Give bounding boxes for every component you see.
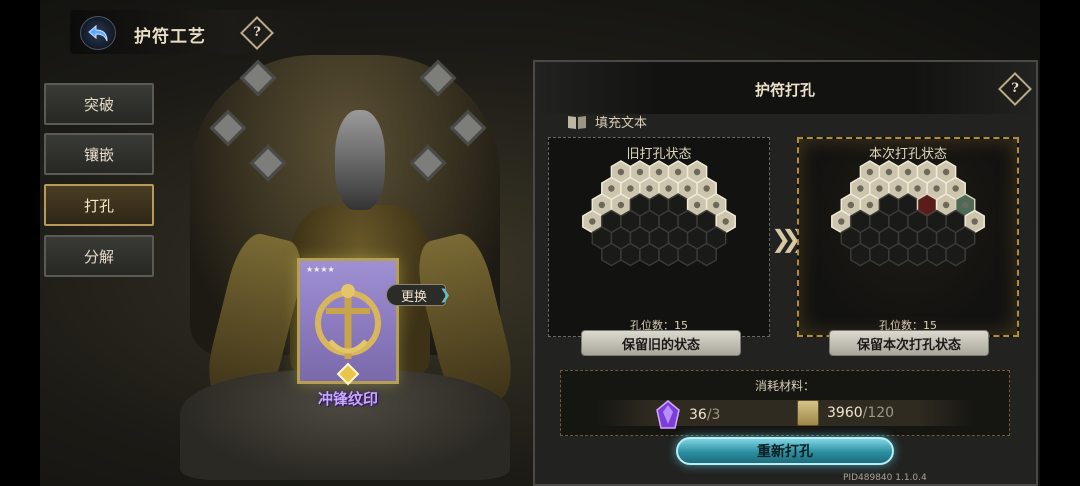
keep-old-label: 保留旧的状态 [621,337,700,353]
version-text: PID489840 1.1.0.4 [843,473,927,483]
material-need: /120 [862,405,895,421]
socket-center [942,201,950,209]
menu-item-punch[interactable]: 打孔 [44,184,154,226]
material-item-crystal: 36/3 [655,400,720,430]
statue-mask [335,110,385,210]
socket-center [876,185,883,192]
book-icon [568,115,586,129]
socket-empty [658,242,679,267]
keep-new-state-button[interactable]: 保留本次打孔状态 [829,330,989,356]
socket-empty [850,242,871,267]
menu-item-inlay[interactable]: 镶嵌 [44,133,154,175]
socket-empty [888,242,909,267]
socket-empty [945,242,966,267]
menu-item-breakthrough[interactable]: 突破 [44,83,154,125]
page-title: 护符工艺 [134,27,206,47]
socket-center [712,201,720,209]
socket-center [589,218,596,225]
repunch-button[interactable]: 重新打孔 [676,437,894,465]
socket-center [885,168,893,176]
socket-center [952,185,959,192]
menu-item-label: 分解 [83,247,114,266]
socket-empty [696,242,717,267]
material-have: 36 [689,407,707,423]
material-have: 3960 [827,405,863,421]
socket-center [627,185,634,192]
keep-new-label: 保留本次打孔状态 [856,337,961,353]
socket-center [617,201,625,209]
socket-empty [869,242,890,267]
chevron-right-icon: ❯ [439,287,451,303]
materials-title: 消耗材料： [754,379,815,393]
menu-item-label: 打孔 [83,196,114,215]
socket-center [665,185,672,192]
left-letterbox [0,0,40,486]
swap-label: 更换 [401,289,428,305]
socket-center [904,168,912,176]
socket-center [866,168,874,176]
new-hex-grid [831,160,985,267]
socket-center [961,201,969,209]
socket-center [693,168,701,176]
help-icon: ? [1011,81,1019,96]
socket-center [971,218,978,225]
socket-empty [677,242,698,267]
socket-center [636,168,644,176]
panel-title: 护符打孔 [754,81,815,99]
socket-center [693,201,701,209]
socket-center [655,168,663,176]
socket-center [895,185,902,192]
socket-center [608,185,615,192]
repunch-label: 重新打孔 [757,444,813,460]
socket-empty [639,242,660,267]
socket-center [646,185,653,192]
socket-center [838,218,845,225]
fill-text-row[interactable]: 填充文本 [567,112,647,131]
keep-old-state-button[interactable]: 保留旧的状态 [581,330,741,356]
socket-center [703,185,710,192]
socket-empty [926,242,947,267]
help-icon: ? [253,25,261,40]
socket-center [674,168,682,176]
socket-center [598,201,606,209]
menu-item-label: 突破 [83,95,114,114]
socket-center [923,168,931,176]
socket-center [847,201,855,209]
socket-center [914,185,921,192]
socket-center [617,168,625,176]
stone-altar [180,370,510,480]
socket-center [933,185,940,192]
menu-item-disassemble[interactable]: 分解 [44,235,154,277]
material-need: /3 [706,407,721,423]
scroll-icon [797,400,819,426]
menu-item-label: 镶嵌 [83,145,114,164]
fill-text-label: 填充文本 [595,116,648,131]
old-hex-grid [582,160,736,267]
socket-empty [601,242,622,267]
socket-center [866,201,874,209]
swap-button[interactable]: 更换 ❯ [386,284,451,306]
back-arrow-icon [88,24,108,42]
amulet-name: 冲锋纹印 [317,390,378,408]
socket-empty [620,242,641,267]
materials-strip [595,400,975,426]
socket-empty [907,242,928,267]
socket-center [722,218,729,225]
socket-center [857,185,864,192]
back-button[interactable] [80,16,116,50]
socket-center [684,185,691,192]
material-item-scroll: 3960/120 [797,400,894,426]
socket-center [942,168,950,176]
crystal-icon [656,400,680,429]
right-letterbox [1040,0,1080,486]
